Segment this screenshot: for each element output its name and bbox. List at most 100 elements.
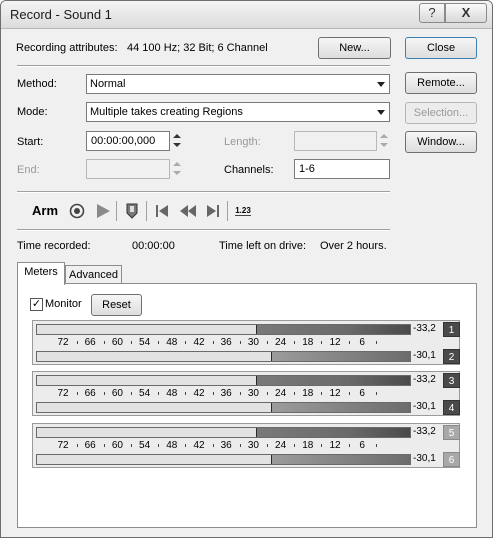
scale-label: 48	[166, 388, 178, 399]
scale-tick	[158, 341, 160, 344]
spin-down-icon[interactable]	[173, 143, 181, 147]
play-button[interactable]	[93, 200, 113, 222]
end-field[interactable]	[86, 159, 170, 179]
scale-label: 42	[193, 337, 205, 348]
reset-button[interactable]: Reset	[91, 294, 142, 316]
scale-tick	[375, 341, 377, 344]
mode-label: Mode:	[17, 106, 48, 118]
start-spinner[interactable]	[172, 131, 182, 151]
channel-button-6[interactable]: 6	[443, 452, 460, 467]
chevron-down-icon	[377, 82, 385, 87]
tab-meters[interactable]: Meters	[17, 262, 65, 285]
scale-label: 24	[275, 388, 287, 399]
scale-label: 72	[57, 388, 69, 399]
scale-tick	[267, 392, 268, 395]
remote-button-label: Remote...	[417, 77, 465, 89]
meter-group: -33,2 1 -30,1 2 72 66 60 54 48 42 36 30 24 18 12 6	[32, 320, 460, 365]
scale-tick	[239, 341, 241, 344]
db-scale: 72 66 60 54 48 42 36 30 24 18 12 6	[36, 337, 411, 349]
selection-button-label: Selection...	[413, 107, 469, 119]
meter-group: -33,2 3 -30,1 4 72 66 60 54 48 42 36 30 24 18 12 6	[32, 371, 460, 416]
scale-tick	[76, 444, 78, 447]
remote-button[interactable]: Remote...	[405, 72, 477, 94]
scale-label: 36	[220, 388, 232, 399]
scale-tick	[294, 341, 296, 344]
go-to-start-button[interactable]	[152, 200, 172, 222]
level-meter	[36, 375, 411, 386]
start-field[interactable]: 00:00:00,000	[86, 131, 170, 151]
spin-up-icon[interactable]	[173, 134, 181, 138]
marker-button[interactable]	[122, 200, 142, 222]
channel-button-1[interactable]: 1	[443, 322, 460, 337]
help-button[interactable]: ?	[419, 3, 445, 23]
scale-label: 24	[275, 440, 287, 451]
spin-down-icon[interactable]	[380, 143, 388, 147]
close-button[interactable]: Close	[405, 37, 477, 59]
record-button[interactable]	[67, 200, 87, 222]
go-to-end-button[interactable]	[203, 200, 223, 222]
scale-tick	[158, 392, 160, 395]
channel-button-2[interactable]: 2	[443, 349, 460, 364]
spin-up-icon[interactable]	[173, 162, 181, 166]
counter-button[interactable]: 1.23	[233, 200, 253, 222]
spin-up-icon[interactable]	[380, 134, 388, 138]
peak-marker	[271, 403, 273, 412]
channel-button-3[interactable]: 3	[443, 373, 460, 388]
method-value: Normal	[90, 78, 126, 90]
end-spinner[interactable]	[172, 159, 182, 179]
peak-value: -33,2	[413, 323, 436, 334]
scale-tick	[103, 444, 105, 447]
scale-tick	[185, 341, 187, 344]
scale-label: 66	[84, 440, 96, 451]
scale-tick	[158, 444, 160, 447]
scale-label: 54	[139, 388, 151, 399]
rewind-button[interactable]	[177, 200, 199, 222]
counter-icon: 1.23	[235, 206, 251, 216]
monitor-label: Monitor	[45, 298, 82, 310]
scale-tick	[294, 392, 296, 395]
scale-tick	[267, 444, 268, 447]
length-spinner[interactable]	[379, 131, 389, 151]
counter-glyph: 1.23	[235, 206, 251, 215]
scale-tick	[321, 341, 323, 344]
tab-advanced-label: Advanced	[69, 269, 118, 281]
scale-tick	[103, 341, 105, 344]
length-field[interactable]	[294, 131, 377, 151]
scale-tick	[321, 392, 323, 395]
peak-marker	[256, 428, 258, 437]
scale-tick	[348, 392, 350, 395]
monitor-checkbox[interactable]: ✓	[30, 298, 43, 311]
marker-icon	[126, 203, 138, 219]
spin-down-icon[interactable]	[173, 171, 181, 175]
level-meter	[36, 324, 411, 335]
title-bar[interactable]: Record - Sound 1 ? X	[1, 1, 492, 29]
peak-value: -33,2	[413, 374, 436, 385]
window-button[interactable]: Window...	[405, 131, 477, 153]
channels-value: 1-6	[299, 163, 315, 175]
level-meter	[36, 427, 411, 438]
scale-tick	[267, 341, 268, 344]
scale-label: 42	[193, 388, 205, 399]
arm-label: Arm	[32, 203, 59, 218]
new-button[interactable]: New...	[318, 37, 391, 59]
window-button-label: Window...	[417, 136, 465, 148]
scale-label: 18	[302, 337, 314, 348]
scale-tick	[348, 341, 350, 344]
channel-button-4[interactable]: 4	[443, 400, 460, 415]
window-close-button[interactable]: X	[445, 3, 487, 23]
scale-label: 18	[302, 388, 314, 399]
scale-label: 24	[275, 337, 287, 348]
scale-label: 72	[57, 337, 69, 348]
scale-label: 54	[139, 440, 151, 451]
level-meter	[36, 351, 411, 362]
scale-label: 42	[193, 440, 205, 451]
mode-dropdown[interactable]: Multiple takes creating Regions	[86, 102, 390, 122]
method-dropdown[interactable]: Normal	[86, 74, 390, 94]
scale-label: 6	[359, 337, 365, 348]
channels-field[interactable]: 1-6	[294, 159, 390, 179]
channel-button-5[interactable]: 5	[443, 425, 460, 440]
tab-advanced[interactable]: Advanced	[65, 265, 122, 285]
play-icon	[97, 204, 110, 218]
scale-label: 60	[111, 388, 123, 399]
selection-button[interactable]: Selection...	[405, 102, 477, 124]
